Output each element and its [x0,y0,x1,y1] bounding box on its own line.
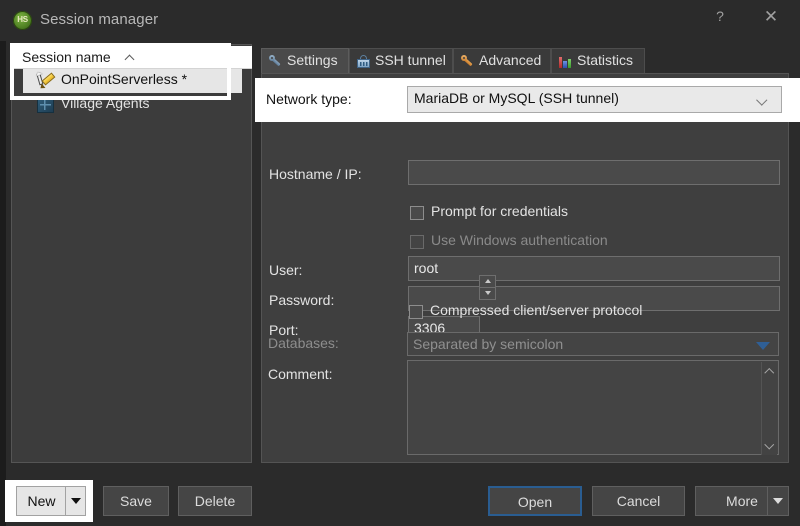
session-name-column-header[interactable]: Session name [22,49,111,65]
window-title: Session manager [40,11,159,28]
logo-text: HS [17,15,28,24]
cancel-button[interactable]: Cancel [592,486,685,516]
session-edit-icon [36,72,56,91]
session-list-item-label: OnPointServerless * [61,71,188,87]
hostname-label: Hostname / IP: [269,166,362,182]
network-type-value: MariaDB or MySQL (SSH tunnel) [414,90,619,106]
user-label: User: [269,262,303,278]
databases-label: Databases: [268,335,339,351]
chevron-down-icon[interactable] [758,96,768,106]
sort-ascending-icon [126,54,135,63]
comment-textarea[interactable] [407,360,779,455]
close-icon[interactable]: ✕ [748,0,794,33]
network-type-combo[interactable]: MariaDB or MySQL (SSH tunnel) [407,86,782,113]
session-list-header[interactable]: Session name [13,46,252,69]
hostname-input[interactable] [408,160,780,185]
compressed-protocol-checkbox[interactable] [409,305,423,319]
prompt-for-credentials-label[interactable]: Prompt for credentials [431,203,568,219]
network-type-highlight: Network type: MariaDB or MySQL (SSH tunn… [255,78,800,122]
tab-ssh-tunnel[interactable]: SSH tunnel [349,48,453,73]
databases-placeholder: Separated by semicolon [413,336,564,352]
desktop-edge [0,0,6,526]
chevron-down-icon[interactable] [756,342,770,350]
title-bar: HS Session manager ? ✕ [0,0,800,41]
network-type-label: Network type: [266,91,352,107]
use-windows-authentication-label: Use Windows authentication [431,232,608,248]
more-button[interactable]: More [695,486,789,516]
scroll-up-icon[interactable] [766,368,774,376]
databases-combo[interactable]: Separated by semicolon [407,332,779,356]
session-manager-window: HS Session manager ? ✕ Session name OnPo… [0,0,800,526]
new-button-label: New [27,493,56,509]
bar-chart-icon [558,54,573,69]
tab-statistics[interactable]: Statistics [551,48,645,73]
tab-settings[interactable]: Settings [261,48,349,73]
wrench-blue-icon [268,54,283,69]
new-button[interactable]: New [16,486,86,516]
port-stepper-up[interactable] [480,276,495,288]
user-input[interactable]: root [408,256,780,281]
tab-strip: Settings SSH tunnel Advanced Statistics [261,48,789,73]
database-icon [37,97,54,113]
compressed-protocol-label[interactable]: Compressed client/server protocol [430,302,642,318]
session-list-item[interactable]: Village Agents [13,93,252,117]
tab-advanced-label: Advanced [479,52,542,68]
session-list-panel[interactable]: Session name OnPointServerless * Village… [11,44,252,463]
more-dropdown-arrow[interactable] [767,486,788,516]
save-button[interactable]: Save [103,486,169,516]
new-button-focus-highlight: New [5,480,93,522]
tab-statistics-label: Statistics [577,52,634,68]
prompt-for-credentials-checkbox[interactable] [410,206,424,220]
session-list-item[interactable]: OnPointServerless * [23,69,242,93]
port-stepper[interactable] [479,275,496,300]
more-button-label: More [726,493,758,509]
password-label: Password: [269,292,335,308]
help-button[interactable]: ? [697,0,743,33]
session-list-item-label: Village Agents [61,95,150,111]
use-windows-authentication-checkbox [410,235,424,249]
comment-scrollbar[interactable] [761,362,777,455]
tab-settings-label: Settings [287,52,338,68]
tab-ssh-tunnel-label: SSH tunnel [375,52,446,68]
scroll-down-icon[interactable] [766,441,774,449]
tab-advanced[interactable]: Advanced [453,48,551,73]
lock-icon [356,54,371,69]
delete-button[interactable]: Delete [178,486,252,516]
heidisql-logo-icon: HS [13,11,32,30]
open-button[interactable]: Open [488,486,582,516]
comment-label: Comment: [268,366,333,382]
port-stepper-down[interactable] [480,288,495,299]
wrench-orange-icon [460,54,475,69]
new-dropdown-arrow[interactable] [65,487,85,515]
